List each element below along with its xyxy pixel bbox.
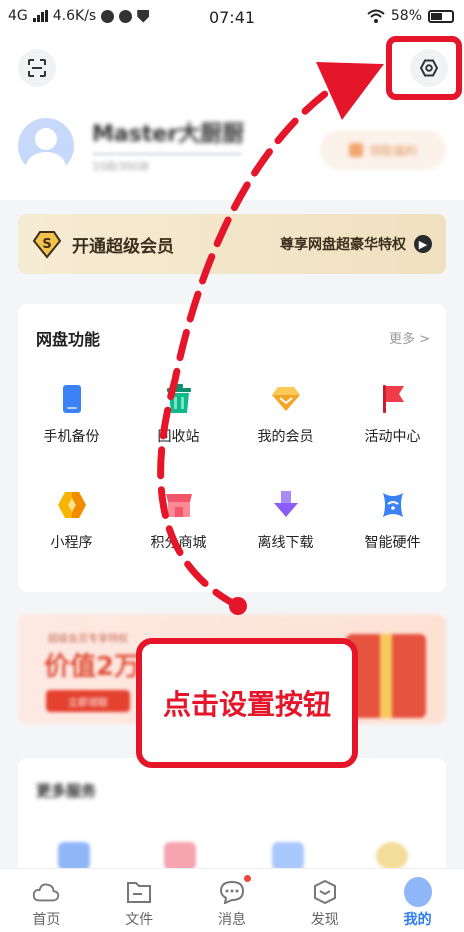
unread-dot xyxy=(243,875,251,882)
more-services-title: 更多服务 xyxy=(36,782,97,800)
service-card-icon[interactable] xyxy=(164,842,196,870)
feature-activity-center[interactable]: 活动中心 xyxy=(339,384,446,452)
feature-label: 小程序 xyxy=(50,535,93,551)
service-doc-icon[interactable] xyxy=(272,842,304,870)
welfare-button[interactable]: 领取福利 xyxy=(320,130,446,170)
tab-messages[interactable]: 消息 xyxy=(186,869,279,932)
phone-backup-icon xyxy=(57,384,87,414)
tab-discover[interactable]: 发现 xyxy=(278,869,371,932)
hexagon-icon xyxy=(57,490,87,520)
download-icon xyxy=(271,490,301,520)
feature-label: 积分商城 xyxy=(150,535,207,551)
feature-offline-download[interactable]: 离线下载 xyxy=(232,490,339,558)
banner-button[interactable]: 立即领取 xyxy=(46,690,130,712)
feature-mini-program[interactable]: 小程序 xyxy=(18,490,125,558)
tab-home[interactable]: 首页 xyxy=(0,869,93,932)
features-more-link[interactable]: 更多 > xyxy=(389,328,430,347)
chevron-right-icon: ▶ xyxy=(414,235,432,253)
tab-label: 发现 xyxy=(310,912,339,928)
service-image-icon[interactable] xyxy=(58,842,90,870)
status-right: 58% xyxy=(367,8,454,24)
vip-title: 开通超级会员 xyxy=(72,236,174,257)
annotation-callout: 点击设置按钮 xyxy=(136,638,358,768)
callout-text: 点击设置按钮 xyxy=(162,688,331,721)
folder-icon xyxy=(125,879,153,905)
scan-icon xyxy=(28,59,46,77)
tab-files[interactable]: 文件 xyxy=(93,869,186,932)
profile-section[interactable]: Master大厨厨 1GB/30GB 领取福利 xyxy=(0,104,464,200)
features-card: 网盘功能 更多 > 手机备份 回收站 我的会员 活动中心 小程序 积分商城 离线… xyxy=(18,304,446,592)
battery-percent: 58% xyxy=(390,8,422,24)
more-services-card: 更多服务 xyxy=(18,758,446,878)
feature-recycle-bin[interactable]: 回收站 xyxy=(125,384,232,452)
vip-banner[interactable]: S 开通超级会员 尊享网盘超豪华特权 ▶ xyxy=(18,214,446,274)
feature-label: 智能硬件 xyxy=(364,535,421,551)
gift-icon xyxy=(348,143,363,157)
svg-text:S: S xyxy=(42,237,51,252)
store-icon xyxy=(164,490,194,520)
bottom-tab-bar: 首页 文件 消息 发现 我的 xyxy=(0,868,464,932)
feature-points-mall[interactable]: 积分商城 xyxy=(125,490,232,558)
discover-icon xyxy=(311,879,339,905)
tab-label: 消息 xyxy=(217,912,246,928)
feature-label: 活动中心 xyxy=(364,429,421,445)
diamond-icon xyxy=(271,384,301,414)
tab-label: 首页 xyxy=(32,912,61,928)
username: Master大厨厨 xyxy=(92,122,245,147)
features-title: 网盘功能 xyxy=(36,330,101,349)
me-avatar-icon xyxy=(403,877,432,907)
feature-label: 手机备份 xyxy=(43,429,100,445)
feature-phone-backup[interactable]: 手机备份 xyxy=(18,384,125,452)
gift-box-icon xyxy=(346,634,426,718)
banner-small-text: 超级会员专享特权 xyxy=(48,634,128,645)
smart-hardware-icon xyxy=(378,490,408,520)
tab-label: 我的 xyxy=(403,912,432,928)
feature-label: 我的会员 xyxy=(257,429,314,445)
status-bar: 4G 4.6K/s 07:41 58% xyxy=(0,0,464,34)
feature-label: 回收站 xyxy=(157,429,200,445)
flag-icon xyxy=(378,384,408,414)
vip-subtitle: 尊享网盘超豪华特权 xyxy=(280,237,406,253)
feature-my-membership[interactable]: 我的会员 xyxy=(232,384,339,452)
service-badge-icon[interactable] xyxy=(376,842,408,870)
storage-text: 1GB/30GB xyxy=(92,160,149,173)
settings-highlight-box xyxy=(386,36,462,100)
home-cloud-icon xyxy=(32,879,60,905)
avatar[interactable] xyxy=(18,118,74,174)
welfare-label: 领取福利 xyxy=(368,143,417,158)
storage-bar xyxy=(92,152,242,156)
feature-smart-hardware[interactable]: 智能硬件 xyxy=(339,490,446,558)
scan-button[interactable] xyxy=(18,49,56,87)
vip-s-icon: S xyxy=(32,229,62,259)
feature-label: 离线下载 xyxy=(257,535,314,551)
wifi-icon xyxy=(367,9,385,23)
battery-icon xyxy=(428,9,454,23)
tab-me[interactable]: 我的 xyxy=(371,869,464,932)
features-grid: 手机备份 回收站 我的会员 活动中心 小程序 积分商城 离线下载 智能硬件 xyxy=(18,384,446,558)
message-icon xyxy=(218,879,246,905)
me-avatar xyxy=(403,877,432,907)
tab-label: 文件 xyxy=(125,912,154,928)
trash-icon xyxy=(164,384,194,414)
